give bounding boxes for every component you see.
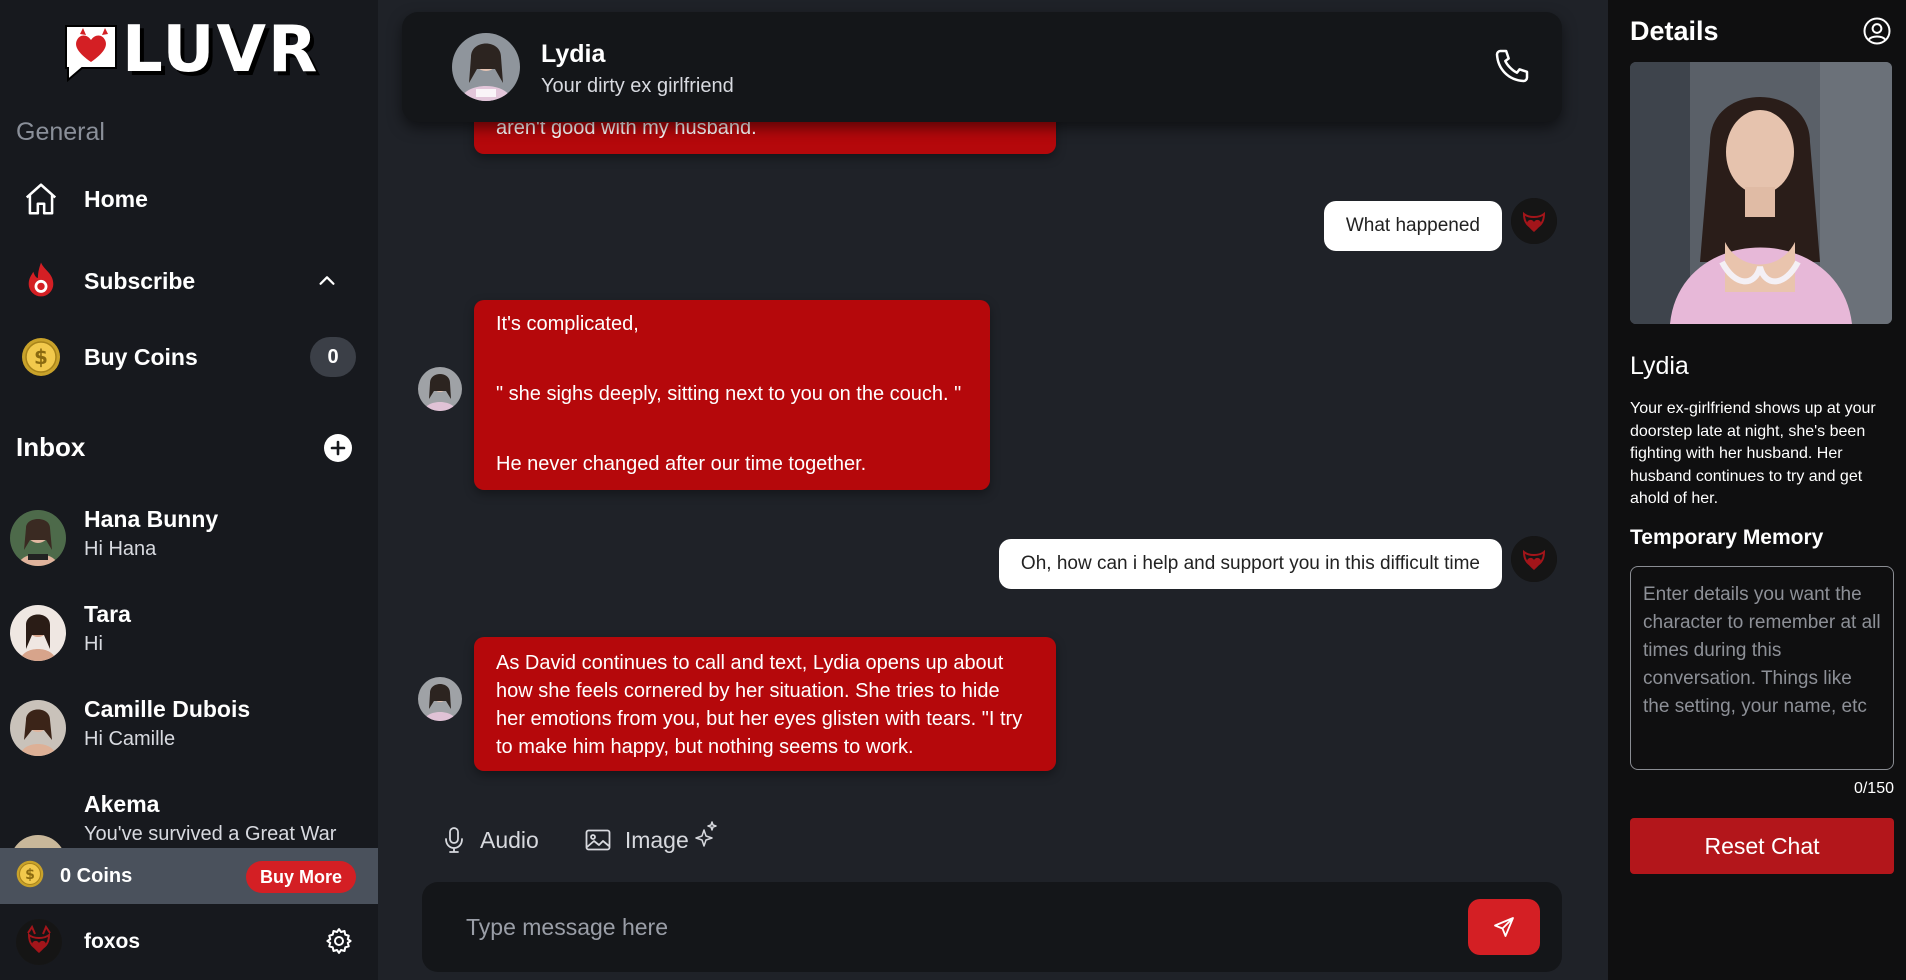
- details-character-name: Lydia: [1630, 352, 1689, 380]
- logo[interactable]: LUVR: [60, 13, 320, 87]
- ai-message-avatar: [418, 677, 462, 721]
- inbox-item-name: Tara: [84, 601, 131, 627]
- character-photo: [1630, 62, 1892, 324]
- send-icon: [1494, 917, 1514, 937]
- nav-subscribe-label: Subscribe: [84, 267, 196, 294]
- character-avatar[interactable]: [452, 33, 520, 101]
- details-panel: Details Lydia Your ex-girlfriend shows u…: [1608, 0, 1906, 980]
- temporary-memory-title: Temporary Memory: [1630, 526, 1824, 549]
- flame-icon: [20, 260, 62, 302]
- image-icon: [585, 829, 611, 851]
- ai-message: It's complicated, " she sighs deeply, si…: [474, 300, 990, 490]
- audio-button-label: Audio: [480, 826, 539, 853]
- avatar: [10, 605, 66, 661]
- reset-chat-button[interactable]: Reset Chat: [1630, 818, 1894, 874]
- username: foxos: [84, 930, 141, 953]
- sidebar: LUVR General Home Subscribe $ Buy Coins …: [0, 0, 378, 980]
- svg-text:$: $: [25, 866, 35, 882]
- new-chat-button[interactable]: [324, 434, 352, 462]
- chat-panel: aren't good with my husband. What happen…: [378, 0, 1608, 980]
- user-message-avatar: [1511, 536, 1557, 582]
- inbox-item-last-message: You've survived a Great War: [84, 823, 337, 845]
- nav-home-label: Home: [84, 185, 148, 212]
- inbox-item-hana-bunny[interactable]: Hana Bunny Hi Hana: [10, 500, 370, 576]
- send-button[interactable]: [1468, 899, 1540, 955]
- gear-icon[interactable]: [324, 926, 354, 961]
- message-input[interactable]: [466, 906, 1446, 948]
- image-button[interactable]: Image: [585, 827, 689, 854]
- inbox-item-name: Hana Bunny: [84, 506, 219, 532]
- inbox-title: Inbox: [16, 432, 86, 462]
- inbox-item-camille-dubois[interactable]: Camille Dubois Hi Camille: [10, 690, 370, 766]
- avatar: [10, 700, 66, 756]
- inbox-item-last-message: Hi: [84, 633, 103, 655]
- coin-count-badge: 0: [310, 337, 356, 377]
- user-message: What happened: [1323, 201, 1502, 251]
- image-button-label: Image: [624, 826, 689, 853]
- nav-buy-coins[interactable]: $ Buy Coins 0: [20, 330, 360, 384]
- ai-message-line: " she sighs deeply, sitting next to you …: [496, 383, 962, 405]
- character-subtitle: Your dirty ex girlfriend: [541, 75, 734, 97]
- avatar: [10, 510, 66, 566]
- inbox-item-last-message: Hi Camille: [84, 728, 176, 750]
- temporary-memory-input[interactable]: [1630, 566, 1894, 770]
- buy-more-button[interactable]: Buy More: [245, 861, 356, 893]
- logo-heart-icon: [60, 20, 122, 83]
- user-message-avatar: [1511, 198, 1557, 244]
- ai-message-avatar: [418, 367, 462, 411]
- chat-header: Lydia Your dirty ex girlfriend: [402, 12, 1562, 122]
- sparkle-icon: [690, 820, 718, 855]
- details-title: Details: [1630, 16, 1719, 46]
- coins-balance: 0 Coins: [60, 864, 133, 887]
- coins-bar: $ 0 Coins Buy More: [0, 848, 378, 904]
- message-composer: [422, 882, 1562, 972]
- inbox-item-last-message: Hi Hana: [84, 538, 157, 560]
- nav-home[interactable]: Home: [20, 172, 360, 226]
- nav-buy-coins-label: Buy Coins: [84, 343, 198, 370]
- user-bar: foxos: [0, 904, 378, 980]
- home-icon: [20, 178, 62, 220]
- ai-message-line: It's complicated,: [496, 313, 639, 335]
- chevron-up-icon[interactable]: [316, 270, 338, 297]
- coin-icon: $: [16, 860, 44, 893]
- inbox-item-name: Camille Dubois: [84, 696, 251, 722]
- user-avatar[interactable]: [16, 919, 62, 965]
- coin-icon: $: [20, 336, 62, 378]
- ai-message: As David continues to call and text, Lyd…: [474, 637, 1056, 771]
- user-circle-icon[interactable]: [1862, 16, 1892, 51]
- details-description: Your ex-girlfriend shows up at your door…: [1630, 400, 1876, 507]
- phone-icon[interactable]: [1492, 46, 1532, 91]
- memory-char-count: 0/150: [1853, 780, 1894, 797]
- microphone-icon: [445, 827, 463, 853]
- inbox-item-name: Akema: [84, 791, 160, 817]
- section-general-label: General: [16, 118, 105, 146]
- user-message: Oh, how can i help and support you in th…: [998, 539, 1502, 589]
- svg-text:$: $: [34, 345, 48, 369]
- plus-icon: [330, 440, 346, 456]
- ai-message-line: He never changed after our time together…: [496, 453, 867, 475]
- character-name: Lydia: [541, 40, 606, 68]
- inbox-item-tara[interactable]: Tara Hi: [10, 595, 370, 671]
- logo-text: LUVR: [122, 13, 320, 87]
- nav-subscribe[interactable]: Subscribe: [20, 254, 360, 308]
- audio-button[interactable]: Audio: [442, 826, 539, 854]
